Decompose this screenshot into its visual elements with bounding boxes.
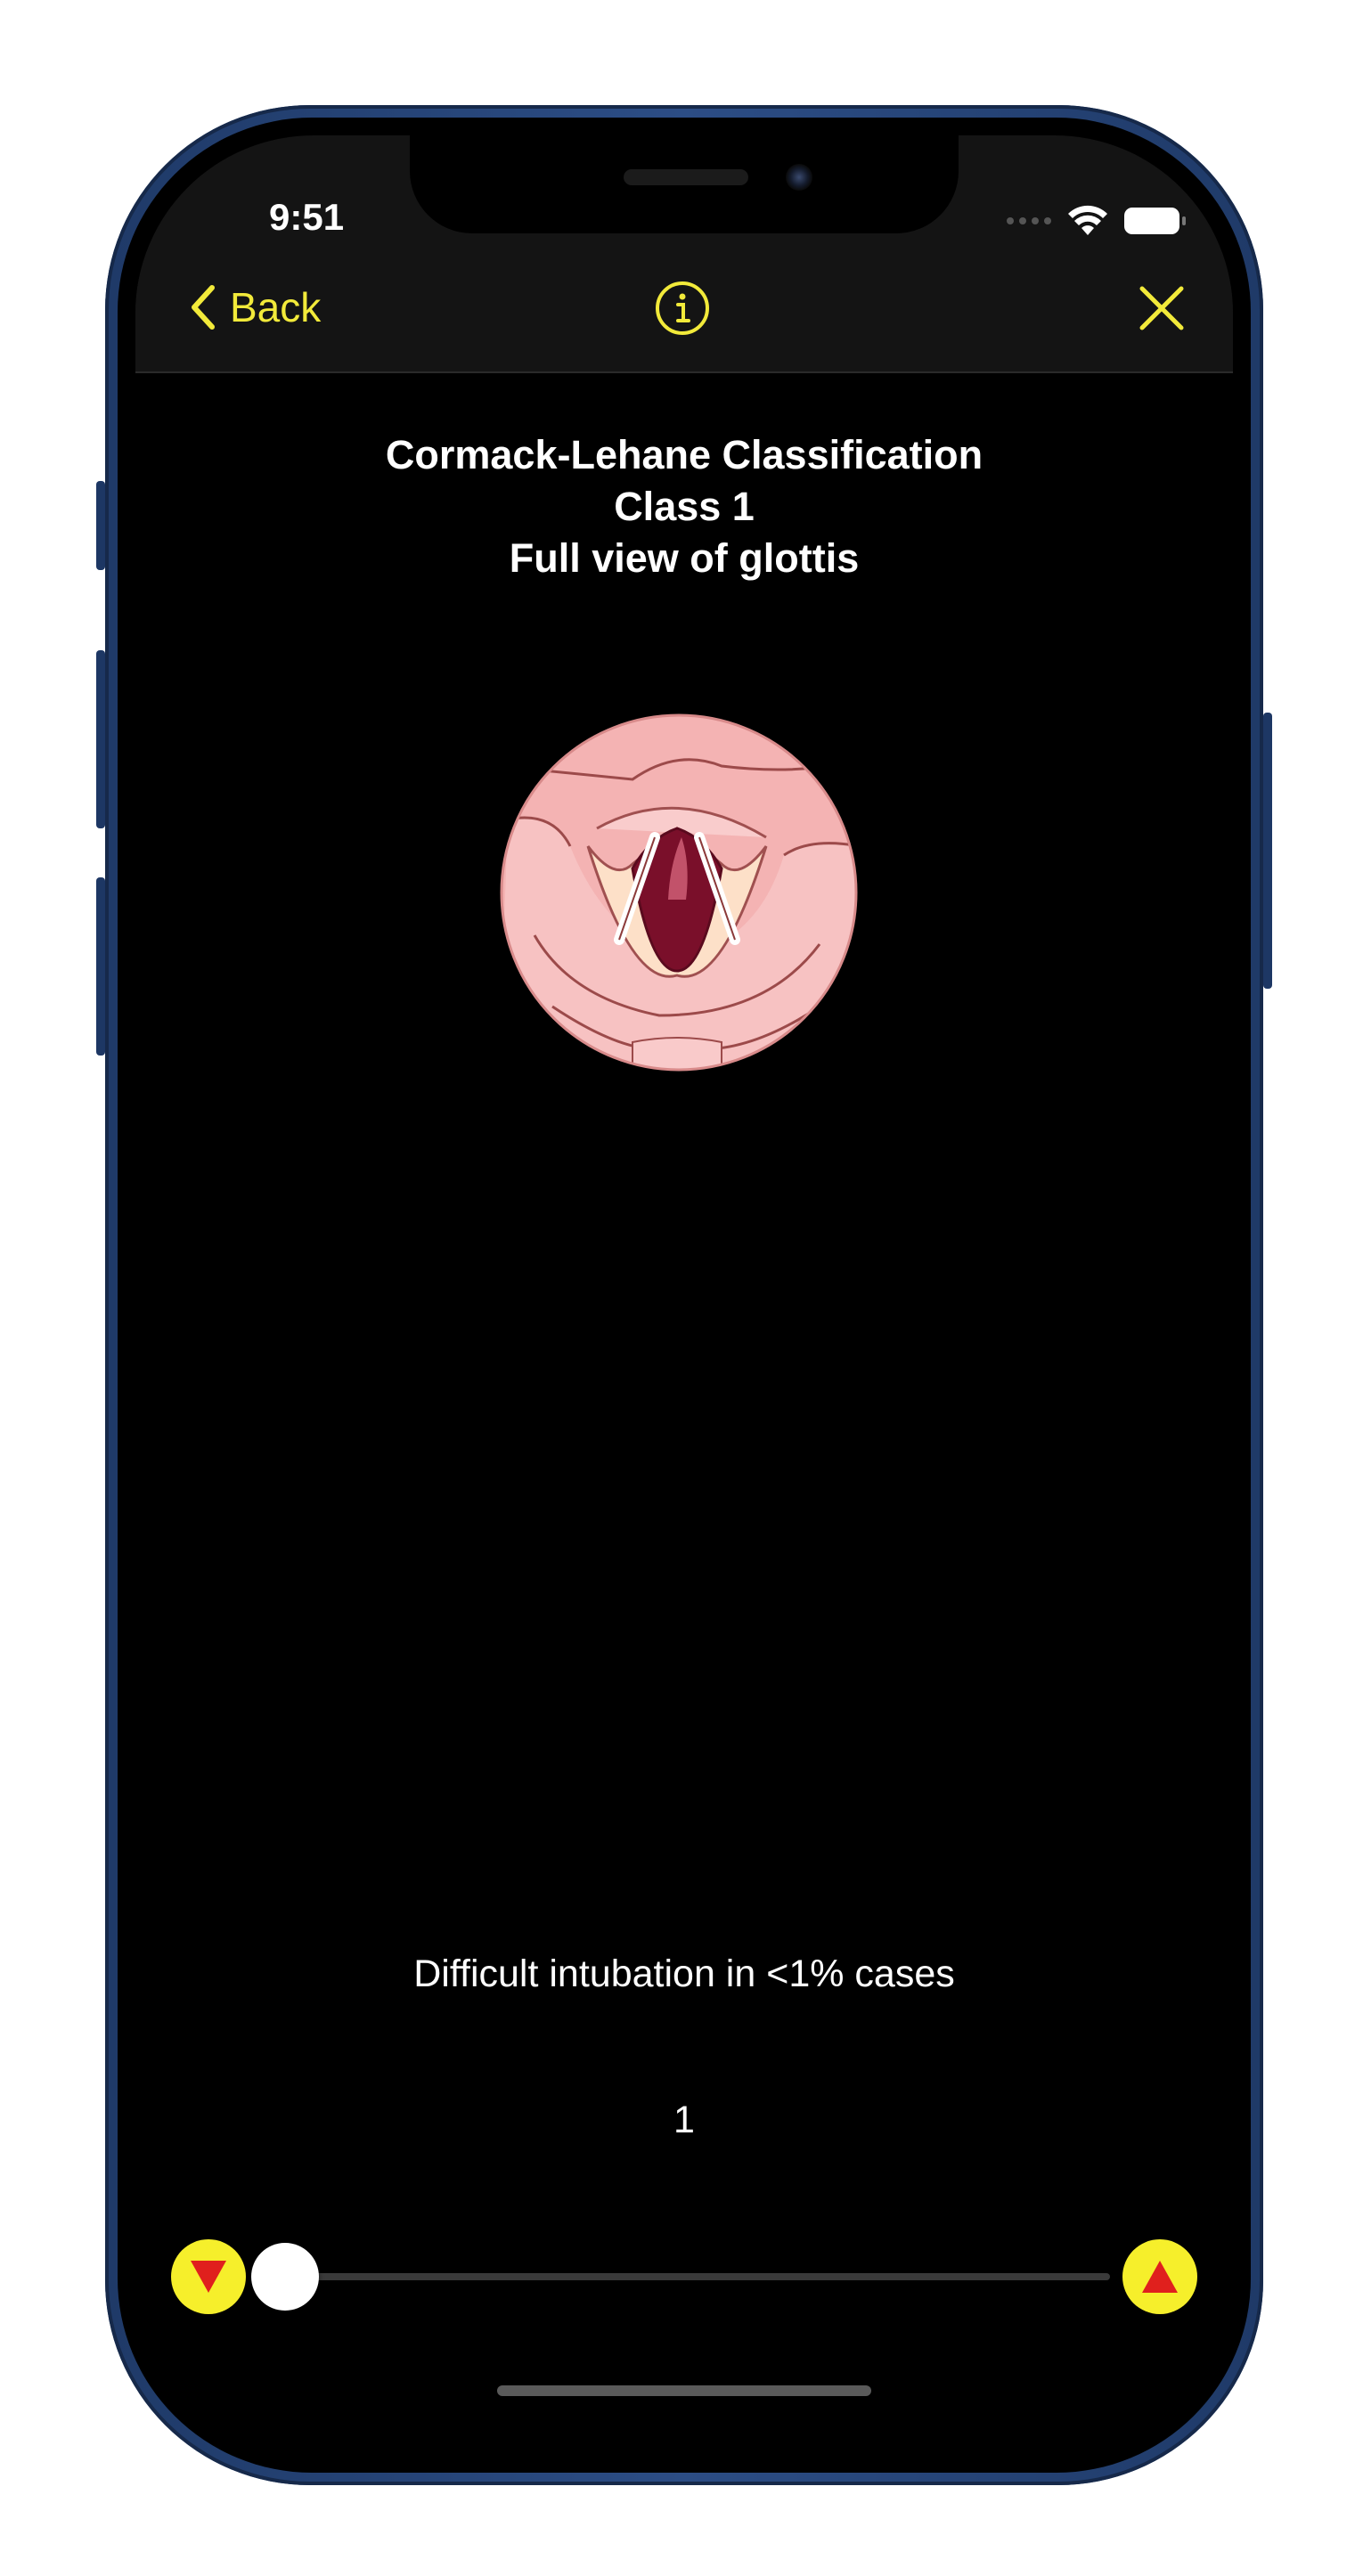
navigation-bar: Back bbox=[135, 251, 1233, 373]
glottis-illustration bbox=[500, 713, 858, 1072]
back-label: Back bbox=[230, 284, 322, 330]
back-button[interactable]: Back bbox=[189, 283, 321, 331]
cellular-dots-icon bbox=[1007, 217, 1051, 224]
volume-up-button bbox=[96, 650, 105, 828]
status-time: 9:51 bbox=[269, 196, 345, 238]
speaker-grille bbox=[624, 169, 748, 185]
classification-title: Cormack-Lehane Classification Class 1 Fu… bbox=[135, 429, 1233, 584]
notch bbox=[410, 135, 959, 233]
title-line-3: Full view of glottis bbox=[509, 535, 860, 581]
info-circle-icon[interactable] bbox=[654, 280, 711, 337]
difficulty-description: Difficult intubation in <1% cases bbox=[413, 1952, 955, 1995]
triangle-up-icon bbox=[1142, 2261, 1178, 2293]
app-screen: 9:51 Back Cormack-Lehane Classification … bbox=[135, 135, 1233, 2455]
close-icon[interactable] bbox=[1139, 285, 1185, 331]
increment-button[interactable] bbox=[1122, 2239, 1197, 2314]
volume-down-button bbox=[96, 877, 105, 1056]
home-indicator[interactable] bbox=[497, 2385, 871, 2396]
power-button bbox=[1263, 713, 1272, 989]
current-class-value: 1 bbox=[673, 2099, 695, 2141]
decrement-button[interactable] bbox=[171, 2239, 246, 2314]
wifi-icon bbox=[1068, 205, 1107, 235]
slider-thumb[interactable] bbox=[251, 2243, 319, 2311]
mute-switch bbox=[96, 481, 105, 570]
triangle-down-icon bbox=[191, 2261, 226, 2293]
status-icons bbox=[1007, 205, 1186, 237]
chevron-left-icon bbox=[192, 285, 215, 330]
battery-icon bbox=[1124, 208, 1186, 234]
front-camera bbox=[786, 164, 812, 191]
slider-track[interactable] bbox=[276, 2273, 1110, 2280]
title-line-2: Class 1 bbox=[614, 484, 755, 529]
class-slider bbox=[171, 2232, 1197, 2321]
title-line-1: Cormack-Lehane Classification bbox=[385, 432, 983, 477]
